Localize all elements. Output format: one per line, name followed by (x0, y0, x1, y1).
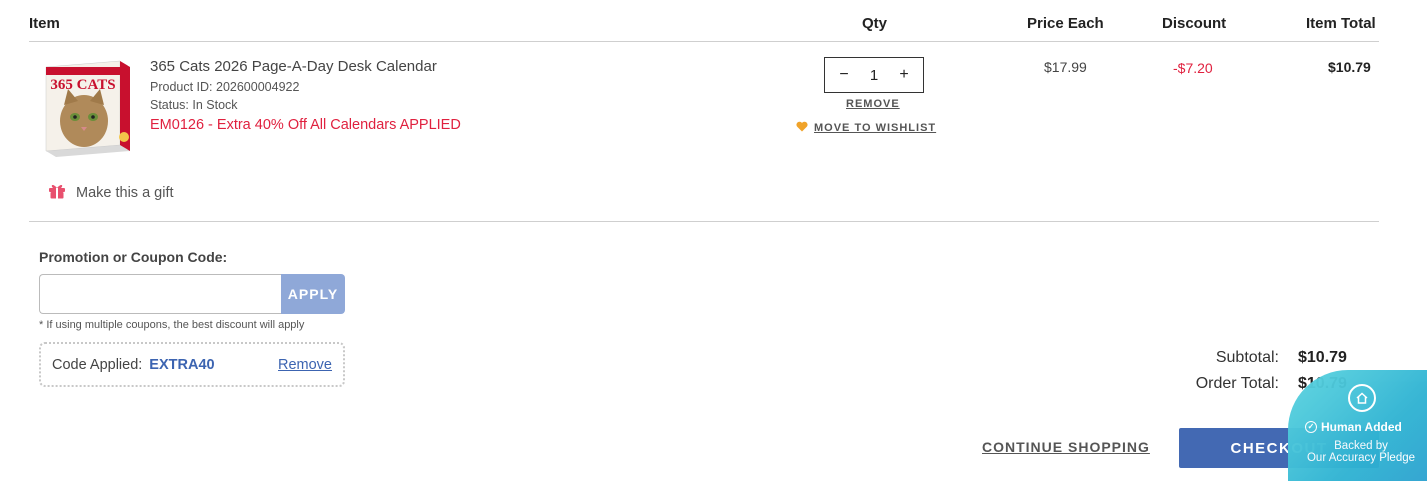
badge-line2: Backed by (1334, 440, 1388, 452)
header-item-total: Item Total (1306, 15, 1376, 32)
section-divider (29, 221, 1379, 222)
product-status: Status: In Stock (150, 98, 238, 112)
coupon-label: Promotion or Coupon Code: (39, 249, 228, 265)
header-qty: Qty (862, 15, 888, 32)
badge-title: Human Added (1321, 420, 1402, 434)
apply-coupon-button[interactable]: APPLY (281, 274, 345, 314)
item-total-value: $10.79 (1328, 59, 1371, 75)
continue-shopping-link[interactable]: CONTINUE SHOPPING (982, 439, 1150, 455)
header-discount: Discount (1162, 15, 1227, 32)
applied-code: EXTRA40 (149, 356, 215, 373)
coupon-input[interactable] (39, 274, 282, 314)
header-divider (29, 41, 1379, 42)
applied-code-box: Code Applied: EXTRA40 Remove (39, 342, 345, 387)
product-name[interactable]: 365 Cats 2026 Page-A-Day Desk Calendar (150, 58, 437, 75)
accuracy-pledge-badge[interactable]: ✓ Human Added Backed by Our Accuracy Ple… (1288, 370, 1427, 481)
header-price-each: Price Each (1027, 15, 1104, 32)
thumbnail-title: 365 CATS (50, 77, 115, 93)
coupon-note: * If using multiple coupons, the best di… (39, 319, 305, 331)
gift-icon (48, 182, 66, 203)
remove-item-link[interactable]: REMOVE (846, 98, 900, 110)
header-item: Item (29, 15, 60, 32)
promo-applied-text: EM0126 - Extra 40% Off All Calendars APP… (150, 117, 461, 133)
discount-value: -$7.20 (1173, 60, 1213, 76)
check-circle-icon: ✓ (1305, 421, 1317, 433)
product-id: Product ID: 202600004922 (150, 80, 300, 94)
wishlist-label[interactable]: MOVE TO WISHLIST (814, 122, 936, 134)
code-applied-label: Code Applied: (52, 356, 143, 373)
make-gift-option[interactable]: Make this a gift (48, 182, 174, 203)
home-shield-icon (1348, 384, 1376, 412)
subtotal-value: $10.79 (1298, 349, 1347, 366)
quantity-stepper[interactable]: − 1 + (824, 57, 924, 93)
qty-value[interactable]: 1 (870, 67, 878, 84)
remove-code-link[interactable]: Remove (278, 357, 332, 373)
qty-increase-button[interactable]: + (897, 66, 911, 84)
product-thumbnail[interactable]: 365 CATS (40, 57, 132, 159)
heart-icon (796, 119, 808, 137)
move-to-wishlist-link[interactable]: MOVE TO WISHLIST (796, 119, 936, 137)
subtotal-label: Subtotal: (1215, 349, 1279, 366)
gift-label[interactable]: Make this a gift (76, 185, 174, 201)
badge-line3: Our Accuracy Pledge (1306, 452, 1416, 464)
order-total-label: Order Total: (1195, 375, 1279, 392)
qty-decrease-button[interactable]: − (837, 66, 851, 84)
price-each-value: $17.99 (1044, 59, 1087, 75)
